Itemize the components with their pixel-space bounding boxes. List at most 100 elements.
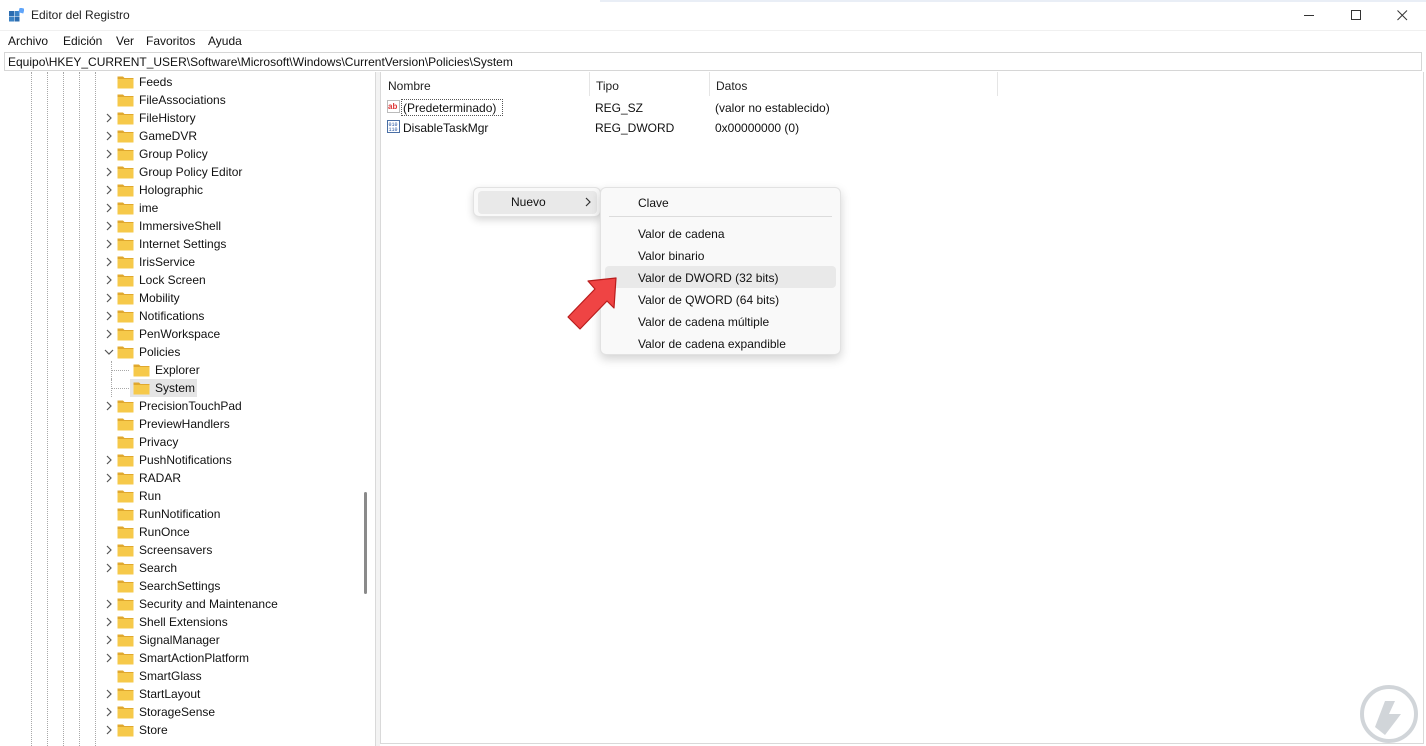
folder-icon [117, 400, 134, 413]
submenu-item-label: Valor de DWORD (32 bits) [638, 271, 779, 285]
tree-item[interactable]: RADAR [0, 469, 360, 487]
tree-item[interactable]: Search [0, 559, 360, 577]
chevron-right-icon[interactable] [104, 329, 114, 339]
tree-item[interactable]: StartLayout [0, 685, 360, 703]
tree-item[interactable]: GameDVR [0, 127, 360, 145]
tree-item[interactable]: RunNotification [0, 505, 360, 523]
tree-item[interactable]: ImmersiveShell [0, 217, 360, 235]
tree-item[interactable]: SmartGlass [0, 667, 360, 685]
chevron-right-icon[interactable] [104, 653, 114, 663]
tree-item-label: FileHistory [139, 111, 196, 125]
tree-item-label: GameDVR [139, 129, 198, 143]
folder-icon [117, 598, 134, 611]
menu-archivo[interactable]: Archivo [8, 34, 48, 48]
tree-item[interactable]: Store [0, 721, 360, 739]
chevron-right-icon[interactable] [104, 311, 114, 321]
submenu-item-valor-expandible[interactable]: Valor de cadena expandible [605, 332, 836, 354]
folder-icon [117, 472, 134, 485]
tree-item[interactable]: Shell Extensions [0, 613, 360, 631]
column-header-name[interactable]: Nombre [381, 72, 590, 96]
tree-item[interactable]: IrisService [0, 253, 360, 271]
menu-ver[interactable]: Ver [116, 34, 134, 48]
chevron-right-icon[interactable] [104, 275, 114, 285]
chevron-right-icon[interactable] [104, 689, 114, 699]
tree-item[interactable]: StorageSense [0, 703, 360, 721]
svg-text:ab: ab [388, 102, 397, 111]
minimize-button[interactable] [1285, 0, 1333, 31]
address-bar[interactable]: Equipo\HKEY_CURRENT_USER\Software\Micros… [4, 52, 1422, 71]
menu-ayuda[interactable]: Ayuda [208, 34, 242, 48]
tree-scrollbar-thumb[interactable] [364, 492, 367, 594]
close-button[interactable] [1378, 0, 1426, 31]
chevron-right-icon[interactable] [104, 203, 114, 213]
maximize-button[interactable] [1332, 0, 1380, 31]
chevron-right-icon[interactable] [104, 221, 114, 231]
tree-item[interactable]: SearchSettings [0, 577, 360, 595]
column-header-data[interactable]: Datos [709, 72, 998, 96]
chevron-right-icon[interactable] [104, 149, 114, 159]
tree-item[interactable]: PushNotifications [0, 451, 360, 469]
chevron-right-icon[interactable] [104, 257, 114, 267]
submenu-item-valor-multi[interactable]: Valor de cadena múltiple [605, 310, 836, 332]
chevron-right-icon[interactable] [104, 239, 114, 249]
chevron-right-icon[interactable] [104, 455, 114, 465]
tree-item[interactable]: Run [0, 487, 360, 505]
tree-item[interactable]: Internet Settings [0, 235, 360, 253]
tree-item[interactable]: Mobility [0, 289, 360, 307]
tree-item[interactable]: Group Policy Editor [0, 163, 360, 181]
tree-item[interactable]: SmartActionPlatform [0, 649, 360, 667]
key-tree-pane[interactable]: Feeds FileAssociations FileHistory GameDVR G… [0, 72, 376, 746]
chevron-right-icon[interactable] [104, 545, 114, 555]
column-header-type[interactable]: Tipo [589, 72, 710, 96]
chevron-right-icon[interactable] [104, 131, 114, 141]
chevron-right-icon[interactable] [104, 113, 114, 123]
chevron-right-icon[interactable] [104, 473, 114, 483]
binary-value-icon: 010 110 [387, 120, 400, 133]
tree-item[interactable]: SignalManager [0, 631, 360, 649]
submenu-item-valor-cadena[interactable]: Valor de cadena [605, 222, 836, 244]
tree-item[interactable]: Privacy [0, 433, 360, 451]
tree-item[interactable]: PenWorkspace [0, 325, 360, 343]
chevron-right-icon[interactable] [104, 293, 114, 303]
chevron-right-icon[interactable] [104, 725, 114, 735]
chevron-right-icon[interactable] [104, 599, 114, 609]
submenu-item-valor-binario[interactable]: Valor binario [605, 244, 836, 266]
tree-item[interactable]: Group Policy [0, 145, 360, 163]
tree-item[interactable]: PrecisionTouchPad [0, 397, 360, 415]
tree-item[interactable]: Notifications [0, 307, 360, 325]
submenu-item-valor-qword[interactable]: Valor de QWORD (64 bits) [605, 288, 836, 310]
tree-item[interactable]: ime [0, 199, 360, 217]
chevron-right-icon[interactable] [104, 185, 114, 195]
tree-item-label: System [155, 381, 196, 395]
menu-favoritos[interactable]: Favoritos [146, 34, 195, 48]
value-data: 0x00000000 (0) [715, 121, 800, 135]
value-row[interactable]: ab (Predeterminado) REG_SZ (valor no est… [381, 97, 1001, 117]
tree-item[interactable]: RunOnce [0, 523, 360, 541]
tree-item[interactable]: FileAssociations [0, 91, 360, 109]
chevron-right-icon[interactable] [104, 167, 114, 177]
menu-edicion[interactable]: Edición [63, 34, 102, 48]
tree-item-label: ImmersiveShell [139, 219, 222, 233]
submenu-item-valor-dword[interactable]: Valor de DWORD (32 bits) [605, 266, 836, 288]
chevron-down-icon[interactable] [104, 347, 114, 357]
folder-icon [117, 418, 134, 431]
tree-item[interactable]: Explorer [0, 361, 360, 379]
tree-item-label: Screensavers [139, 543, 213, 557]
tree-item[interactable]: FileHistory [0, 109, 360, 127]
tree-item[interactable]: System [0, 379, 360, 397]
tree-item[interactable]: Lock Screen [0, 271, 360, 289]
chevron-right-icon[interactable] [104, 617, 114, 627]
chevron-right-icon[interactable] [104, 707, 114, 717]
chevron-right-icon[interactable] [104, 401, 114, 411]
tree-item[interactable]: Holographic [0, 181, 360, 199]
tree-item[interactable]: Screensavers [0, 541, 360, 559]
value-row[interactable]: 010 110 DisableTaskMgr REG_DWORD 0x00000… [381, 117, 1001, 137]
chevron-right-icon[interactable] [104, 635, 114, 645]
values-list-pane[interactable]: Nombre Tipo Datos ab (Predeterminado) RE… [380, 72, 1424, 744]
chevron-right-icon[interactable] [104, 563, 114, 573]
submenu-item-clave[interactable]: Clave [605, 191, 836, 213]
tree-item[interactable]: Policies [0, 343, 360, 361]
tree-item[interactable]: PreviewHandlers [0, 415, 360, 433]
tree-item[interactable]: Feeds [0, 73, 360, 91]
tree-item[interactable]: Security and Maintenance [0, 595, 360, 613]
